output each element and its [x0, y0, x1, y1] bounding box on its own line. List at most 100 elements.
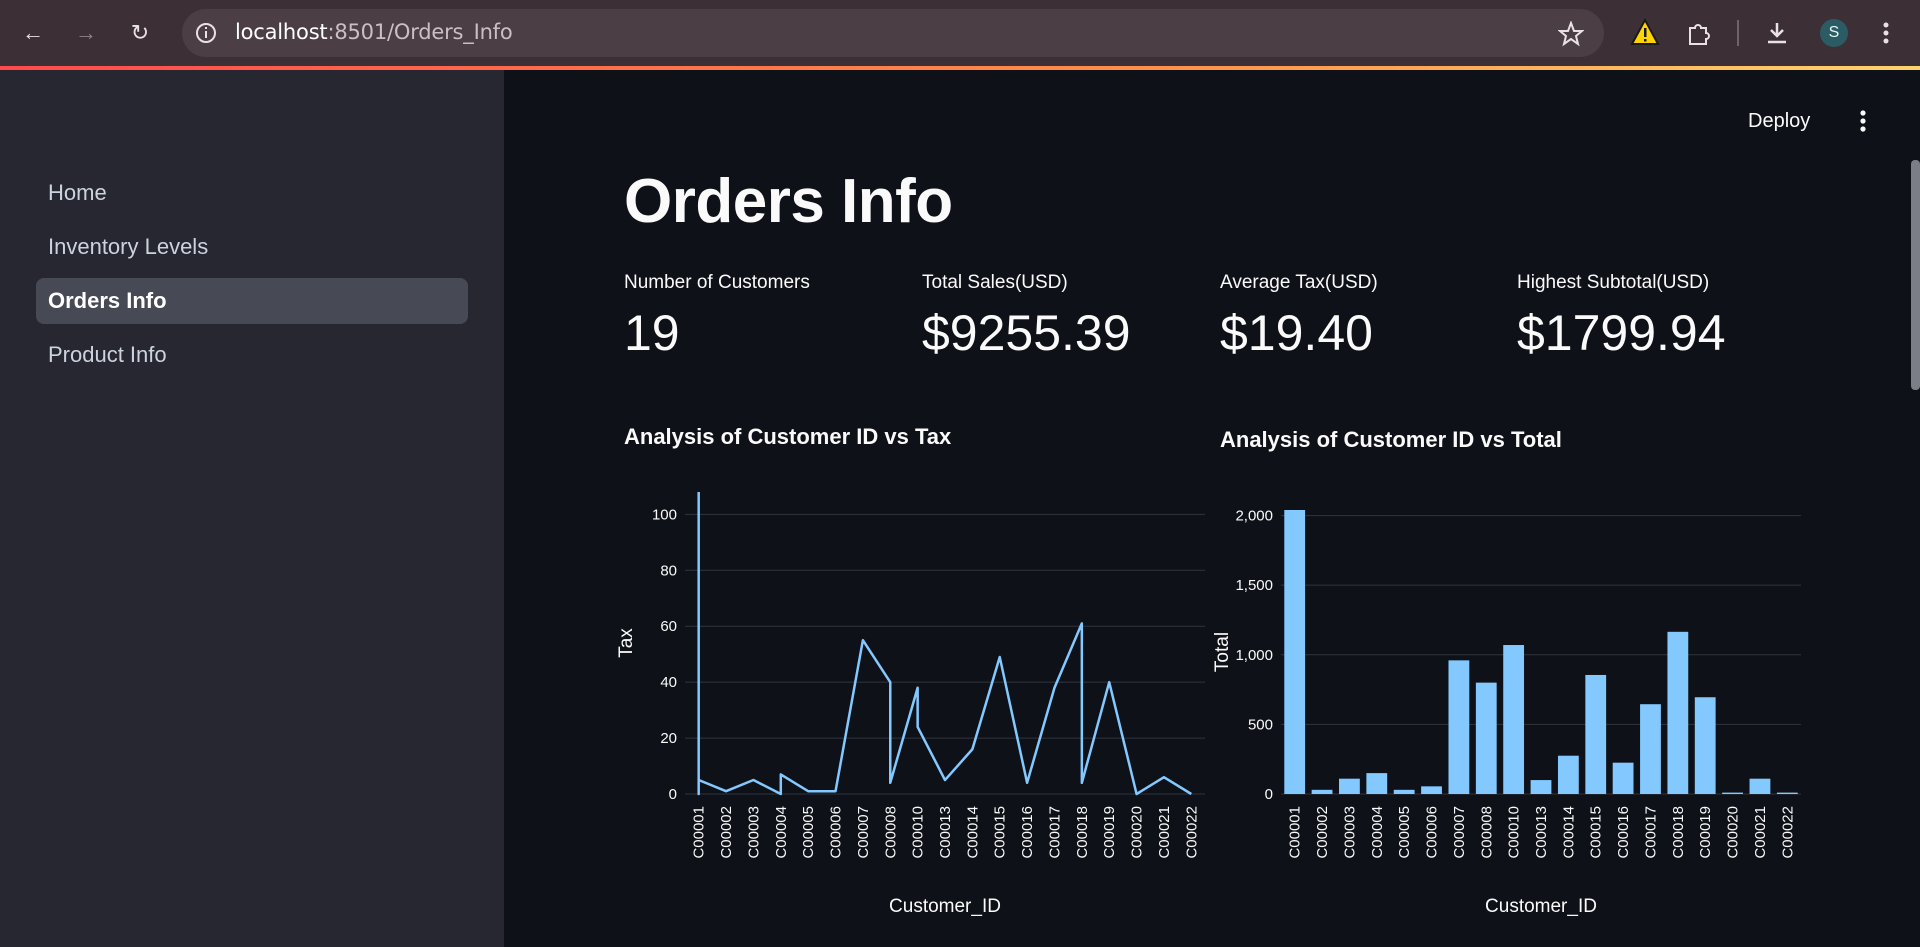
warning-icon[interactable] — [1630, 18, 1660, 46]
x-tick-label: C00003 — [1341, 806, 1358, 859]
tax-line-chart[interactable]: 0 20 40 60 80 100 C00001 C00002 C00003 C00004 C000… — [610, 480, 1210, 920]
y-tick-label: 40 — [660, 674, 677, 691]
x-tick-label: C00001 — [1287, 806, 1304, 859]
total-bar-chart[interactable]: 0 500 1,000 1,500 2,000 C00001 C00002 C00003 C00… — [1206, 480, 1806, 920]
sidebar: Home Inventory Levels Orders Info Produc… — [0, 70, 504, 947]
y-tick-label: 60 — [660, 618, 677, 635]
x-tick-label: C00007 — [1451, 806, 1468, 859]
sidebar-item-label: Inventory Levels — [48, 234, 209, 259]
x-tick-label: C00018 — [1670, 806, 1687, 859]
browser-toolbar: ← → ↻ localhost:8501/Orders_Info S — [0, 0, 1920, 66]
url-host: localhost — [235, 20, 328, 44]
x-tick-label: C00010 — [1506, 806, 1523, 859]
forward-icon[interactable]: → — [68, 15, 104, 51]
y-tick-label: 1,500 — [1235, 577, 1273, 594]
total-bar — [1366, 773, 1388, 794]
metric-value: 19 — [624, 305, 680, 361]
total-bar — [1749, 778, 1771, 794]
total-bar — [1393, 789, 1415, 794]
y-tick-label: 0 — [669, 786, 677, 803]
toolbar-divider — [1737, 20, 1739, 46]
profile-avatar[interactable]: S — [1820, 19, 1848, 47]
x-tick-label: C00021 — [1156, 806, 1173, 859]
x-tick-label: C00008 — [882, 806, 899, 859]
x-tick-label: C00013 — [1533, 806, 1550, 859]
x-tick-label: C00021 — [1752, 806, 1769, 859]
x-tick-label: C00002 — [1314, 806, 1331, 859]
browser-menu-icon[interactable] — [1876, 20, 1896, 46]
total-bar — [1722, 792, 1743, 794]
y-tick-label: 100 — [652, 506, 677, 523]
site-info-icon[interactable] — [194, 21, 218, 45]
total-bar — [1557, 755, 1579, 794]
page-scrollbar[interactable] — [1911, 160, 1920, 390]
x-tick-label: C00022 — [1183, 806, 1200, 859]
chart-title-total: Analysis of Customer ID vs Total — [1220, 427, 1562, 452]
metric-number-of-customers: Number of Customers 19 — [624, 272, 914, 362]
y-axis-label: Total — [1212, 632, 1233, 672]
reload-icon[interactable]: ↻ — [122, 15, 158, 51]
sidebar-item-home[interactable]: Home — [36, 170, 468, 216]
total-bar — [1448, 660, 1470, 794]
download-icon[interactable] — [1764, 20, 1790, 46]
metric-label: Average Tax(USD) — [1220, 272, 1378, 293]
total-bar — [1585, 674, 1607, 794]
x-axis-label: Customer_ID — [1485, 896, 1597, 917]
extensions-icon[interactable] — [1686, 20, 1712, 46]
x-tick-label: C00005 — [800, 806, 817, 859]
x-tick-label: C00008 — [1478, 806, 1495, 859]
y-tick-label: 2,000 — [1235, 508, 1273, 525]
y-tick-label: 80 — [660, 562, 677, 579]
x-tick-label: C00017 — [1642, 806, 1659, 859]
total-bar — [1776, 792, 1798, 794]
sidebar-item-label: Product Info — [48, 342, 167, 367]
metric-value: $9255.39 — [922, 305, 1131, 361]
sidebar-item-product-info[interactable]: Product Info — [36, 332, 468, 378]
x-tick-label: C00014 — [964, 806, 981, 859]
sidebar-item-inventory-levels[interactable]: Inventory Levels — [36, 224, 468, 270]
back-icon[interactable]: ← — [15, 15, 51, 51]
total-bar — [1694, 697, 1716, 794]
x-tick-label: C00005 — [1396, 806, 1413, 859]
sidebar-item-label: Home — [48, 180, 107, 205]
x-tick-label: C00017 — [1046, 806, 1063, 859]
x-tick-label: C00013 — [937, 806, 954, 859]
bookmark-star-icon[interactable] — [1558, 21, 1584, 47]
x-tick-label: C00018 — [1074, 806, 1091, 859]
x-tick-label: C00010 — [910, 806, 927, 859]
x-axis-label: Customer_ID — [889, 896, 1001, 917]
total-bar — [1667, 631, 1689, 794]
total-bar — [1530, 780, 1552, 794]
metric-highest-subtotal: Highest Subtotal(USD) $1799.94 — [1517, 272, 1807, 362]
x-tick-label: C00004 — [773, 806, 790, 859]
sidebar-item-orders-info[interactable]: Orders Info — [36, 278, 468, 324]
total-bar — [1311, 789, 1333, 794]
x-tick-label: C00002 — [718, 806, 735, 859]
chart-title-tax: Analysis of Customer ID vs Tax — [624, 424, 952, 449]
metric-total-sales: Total Sales(USD) $9255.39 — [922, 272, 1212, 362]
x-tick-label: C00016 — [1019, 806, 1036, 859]
x-tick-label: C00019 — [1697, 806, 1714, 859]
metric-label: Number of Customers — [624, 272, 810, 293]
app-menu-icon[interactable] — [1856, 106, 1870, 136]
x-tick-label: C00006 — [828, 806, 845, 859]
total-bar — [1503, 645, 1525, 794]
metric-label: Highest Subtotal(USD) — [1517, 272, 1710, 293]
total-bar — [1421, 786, 1442, 794]
x-tick-label: C00006 — [1424, 806, 1441, 859]
metric-average-tax: Average Tax(USD) $19.40 — [1220, 272, 1510, 362]
y-tick-label: 500 — [1248, 716, 1273, 733]
x-tick-label: C00022 — [1779, 806, 1796, 859]
x-tick-label: C00015 — [992, 806, 1009, 859]
metric-label: Total Sales(USD) — [922, 272, 1068, 293]
x-tick-label: C00020 — [1129, 806, 1146, 859]
x-tick-label: C00003 — [745, 806, 762, 859]
x-tick-label: C00014 — [1560, 806, 1577, 859]
page-title: Orders Info — [624, 167, 953, 236]
x-tick-label: C00007 — [855, 806, 872, 859]
deploy-button[interactable]: Deploy — [1748, 110, 1810, 133]
total-bar — [1339, 778, 1360, 794]
total-bar — [1612, 762, 1634, 794]
y-tick-label: 0 — [1265, 786, 1273, 803]
total-bar — [1640, 704, 1661, 794]
